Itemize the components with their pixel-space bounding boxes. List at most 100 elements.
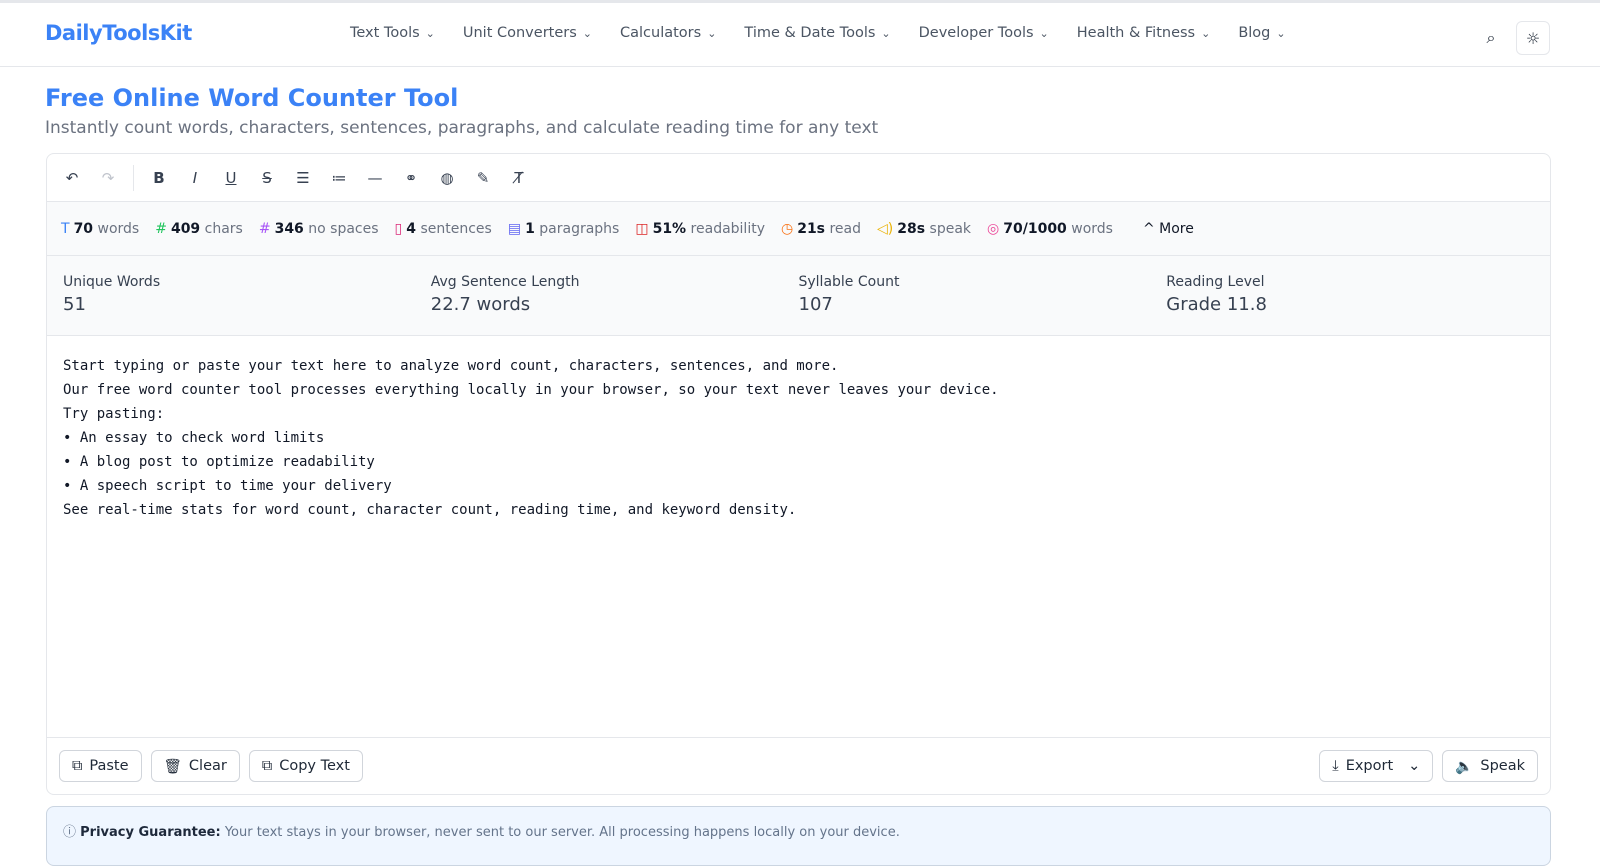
search-icon[interactable]: ⌕ bbox=[1474, 21, 1508, 55]
metric-value: 107 bbox=[798, 294, 833, 315]
undo-icon[interactable]: ↶ bbox=[61, 169, 83, 187]
stat-label: words bbox=[97, 220, 140, 237]
stat-icon: ▤ bbox=[507, 220, 522, 237]
metric-value: Grade 11.8 bbox=[1166, 294, 1267, 315]
nav-blog[interactable]: Blog ⌄ bbox=[1238, 25, 1285, 41]
trash-icon: 🗑 bbox=[163, 758, 182, 775]
chevron-down-icon: ⌄ bbox=[1201, 27, 1211, 40]
copy-text-button[interactable]: ⧉ Copy Text bbox=[248, 750, 363, 782]
stat-icon: # bbox=[155, 220, 167, 237]
stat-value: 70/1000 bbox=[1003, 220, 1067, 237]
stat-value: 346 bbox=[274, 220, 304, 237]
metric-reading-level: Reading Level Grade 11.8 bbox=[1166, 274, 1534, 335]
nav-health-fitness[interactable]: Health & Fitness ⌄ bbox=[1077, 25, 1211, 41]
stat-label: no spaces bbox=[308, 220, 379, 237]
page-title: Free Online Word Counter Tool bbox=[45, 84, 459, 112]
nav-text-tools[interactable]: Text Tools ⌄ bbox=[350, 25, 435, 41]
site-header: DailyToolsKit Text Tools ⌄ Unit Converter… bbox=[0, 3, 1600, 67]
paste-label: Paste bbox=[89, 758, 129, 774]
nav-calculators[interactable]: Calculators ⌄ bbox=[620, 25, 716, 41]
stat-paragraphs: ▤ 1 paragraphs bbox=[508, 221, 620, 237]
stat-words: ◎ 70/1000 words bbox=[987, 221, 1113, 237]
chevron-down-icon: ⌄ bbox=[707, 27, 717, 40]
italic-icon[interactable]: I bbox=[184, 169, 206, 187]
clear-button[interactable]: 🗑 Clear bbox=[150, 750, 240, 782]
stat-icon: # bbox=[258, 220, 271, 237]
bullet-list-icon[interactable]: ☰ bbox=[292, 169, 314, 187]
privacy-text: Your text stays in your browser, never s… bbox=[224, 825, 900, 840]
stat-label: readability bbox=[690, 220, 765, 237]
nav-time-date[interactable]: Time & Date Tools ⌄ bbox=[744, 25, 890, 41]
nav-unit-converters[interactable]: Unit Converters ⌄ bbox=[463, 25, 592, 41]
speak-label: Speak bbox=[1480, 758, 1525, 774]
chevron-up-icon: ^ bbox=[1142, 220, 1155, 237]
metric-label: Reading Level bbox=[1166, 274, 1265, 290]
stat-no-spaces: #346 no spaces bbox=[259, 221, 379, 237]
stat-readability: ◫ 51% readability bbox=[635, 221, 765, 237]
divider bbox=[133, 164, 134, 191]
redo-icon[interactable]: ↷ bbox=[97, 169, 119, 187]
metric-label: Unique Words bbox=[63, 274, 161, 290]
stat-value: 4 bbox=[406, 220, 416, 237]
clear-label: Clear bbox=[188, 758, 227, 774]
stat-label: paragraphs bbox=[539, 220, 620, 237]
stat-value: 51% bbox=[652, 220, 687, 237]
stat-label: read bbox=[829, 220, 862, 237]
strikethrough-icon[interactable]: S bbox=[256, 169, 278, 187]
stat-label: words bbox=[1071, 220, 1113, 237]
stat-speak: ◁) 28s speak bbox=[877, 221, 971, 237]
speak-button[interactable]: 🔈 Speak bbox=[1442, 750, 1538, 782]
horizontal-rule-icon[interactable]: — bbox=[364, 169, 386, 187]
main-nav: Text Tools ⌄ Unit Converters ⌄ Calculators… bbox=[350, 25, 1286, 41]
chevron-down-icon: ⌄ bbox=[1276, 27, 1286, 40]
export-button[interactable]: ⤓ Export ⌄ bbox=[1319, 750, 1434, 782]
logo[interactable]: DailyToolsKit bbox=[45, 21, 192, 45]
numbered-list-icon[interactable]: ≔ bbox=[328, 169, 350, 187]
paste-button[interactable]: ⧉ Paste bbox=[59, 750, 142, 782]
metrics-panel: Unique Words 51 Avg Sentence Length 22.7 w… bbox=[47, 256, 1550, 336]
nav-developer-tools[interactable]: Developer Tools ⌄ bbox=[919, 25, 1049, 41]
metric-unique-words: Unique Words 51 bbox=[63, 274, 431, 335]
metric-value: 51 bbox=[63, 294, 86, 315]
copy-label: Copy Text bbox=[279, 758, 350, 774]
clear-format-icon[interactable]: T̸ bbox=[508, 169, 530, 187]
export-label: Export bbox=[1345, 758, 1394, 774]
stat-chars: #409 chars bbox=[155, 221, 243, 237]
stat-label: sentences bbox=[420, 220, 492, 237]
copy-icon: ⧉ bbox=[261, 758, 273, 774]
stat-icon: T bbox=[61, 220, 70, 237]
link-icon[interactable]: ⚭ bbox=[400, 169, 422, 187]
privacy-title: Privacy Guarantee: bbox=[80, 825, 221, 840]
stat-value: 28s bbox=[897, 220, 926, 237]
theme-toggle-sun-icon[interactable]: ☼ bbox=[1516, 21, 1550, 55]
download-icon: ⤓ bbox=[1332, 758, 1339, 774]
chevron-down-icon: ⌄ bbox=[425, 27, 435, 40]
chevron-down-icon: ⌄ bbox=[1408, 758, 1421, 774]
stat-icon: ◎ bbox=[987, 220, 1000, 237]
text-editor[interactable]: Start typing or paste your text here to … bbox=[47, 336, 1550, 739]
stat-label: speak bbox=[929, 220, 972, 237]
stat-icon: ◁) bbox=[877, 220, 894, 237]
info-icon: ⓘ bbox=[63, 825, 77, 840]
editor-footer: ⧉ Paste 🗑 Clear ⧉ Copy Text ⤓ Export ⌄ 🔈 Speak bbox=[47, 737, 1550, 794]
underline-icon[interactable]: U bbox=[220, 169, 242, 187]
chevron-down-icon: ⌄ bbox=[881, 27, 891, 40]
metric-value: 22.7 words bbox=[430, 294, 531, 315]
stat-value: 1 bbox=[525, 220, 535, 237]
palette-icon[interactable]: ◍ bbox=[436, 169, 458, 187]
stat-label: chars bbox=[204, 220, 243, 237]
stat-icon: ▯ bbox=[394, 220, 403, 237]
page-subtitle: Instantly count words, characters, sente… bbox=[45, 118, 879, 138]
highlighter-icon[interactable]: ✎ bbox=[472, 169, 494, 187]
stat-read: ◷ 21s read bbox=[781, 221, 861, 237]
bold-icon[interactable]: B bbox=[148, 169, 170, 187]
stat-sentences: ▯ 4 sentences bbox=[395, 221, 492, 237]
chevron-down-icon: ⌄ bbox=[582, 27, 592, 40]
more-toggle[interactable]: ^ More bbox=[1143, 221, 1194, 237]
stat-value: 21s bbox=[797, 220, 826, 237]
privacy-notice: ⓘ Privacy Guarantee: Your text stays in … bbox=[46, 806, 1551, 866]
stat-icon: ◷ bbox=[780, 220, 794, 237]
stat-icon: ◫ bbox=[635, 220, 649, 237]
speaker-icon: 🔈 bbox=[1455, 758, 1474, 775]
chevron-down-icon: ⌄ bbox=[1039, 27, 1049, 40]
